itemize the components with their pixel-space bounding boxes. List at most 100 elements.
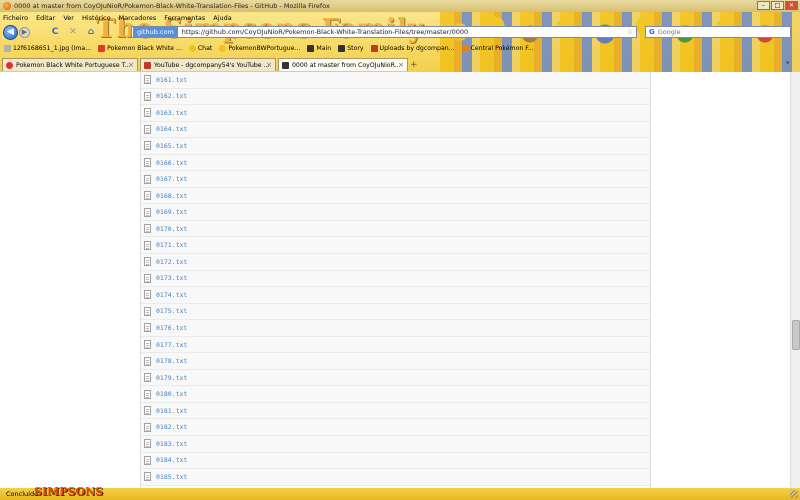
file-link[interactable]: 0164.txt: [156, 125, 187, 133]
menu-view[interactable]: Ver: [63, 14, 74, 22]
text-file-icon: [144, 373, 151, 383]
image-file-icon: [4, 44, 11, 52]
text-file-icon: [144, 455, 151, 465]
file-row: 0165.txt: [141, 138, 650, 155]
tab-pokemon-portuguese[interactable]: Pokemon Black White Portuguese T... ×: [2, 58, 138, 71]
text-file-icon: [144, 224, 151, 234]
file-row: 0174.txt: [141, 287, 650, 304]
bookmark-star-icon[interactable]: ☆: [627, 28, 633, 36]
file-link[interactable]: 0161.txt: [156, 76, 187, 84]
address-bar[interactable]: github.com https://github.com/CoyOJuNioR…: [131, 26, 637, 38]
file-link[interactable]: 0170.txt: [156, 225, 187, 233]
forward-button[interactable]: ▶: [19, 27, 30, 38]
resize-grip[interactable]: [790, 490, 798, 498]
text-file-icon: [144, 306, 151, 316]
youtube-icon: [144, 61, 151, 69]
bookmark-item[interactable]: Chat: [188, 44, 212, 52]
file-link[interactable]: 0172.txt: [156, 258, 187, 266]
search-box[interactable]: G: [645, 26, 791, 38]
back-button[interactable]: ◀: [3, 25, 18, 40]
stop-button[interactable]: ✕: [68, 27, 78, 37]
bookmark-item[interactable]: 12f6168651_1.jpg (Ima...: [4, 44, 91, 52]
file-link[interactable]: 0182.txt: [156, 423, 187, 431]
github-icon: [338, 44, 346, 52]
file-row: 0176.txt: [141, 320, 650, 337]
file-link[interactable]: 0165.txt: [156, 142, 187, 150]
file-link[interactable]: 0163.txt: [156, 109, 187, 117]
close-tab-icon[interactable]: ×: [398, 61, 404, 69]
text-file-icon: [144, 108, 151, 118]
file-row: 0177.txt: [141, 336, 650, 354]
file-link[interactable]: 0168.txt: [156, 192, 187, 200]
maximize-button[interactable]: □: [771, 1, 784, 10]
text-file-icon: [144, 257, 151, 267]
close-tab-icon[interactable]: ×: [128, 61, 134, 69]
tab-youtube[interactable]: YouTube - dgcompany54's YouTube ... ×: [140, 58, 276, 71]
file-row: 0167.txt: [141, 171, 650, 188]
bookmark-item[interactable]: Uploads by dgcompan...: [370, 44, 455, 52]
file-row: 0164.txt: [141, 121, 650, 139]
text-file-icon: [144, 406, 151, 416]
file-link[interactable]: 0173.txt: [156, 274, 187, 282]
file-link[interactable]: 0184.txt: [156, 456, 187, 464]
file-link[interactable]: 0181.txt: [156, 407, 187, 415]
menu-edit[interactable]: Editar: [36, 14, 55, 22]
home-button[interactable]: ⌂: [86, 27, 96, 37]
file-row: 0170.txt: [141, 220, 650, 238]
bookmark-item[interactable]: Main: [307, 44, 331, 52]
search-input[interactable]: [657, 28, 768, 36]
file-row: 0173.txt: [141, 270, 650, 288]
tab-list-chevron-icon[interactable]: ▾: [786, 59, 790, 67]
google-icon: G: [649, 28, 655, 36]
file-link[interactable]: 0179.txt: [156, 374, 187, 382]
file-link[interactable]: 0174.txt: [156, 291, 187, 299]
file-row: 0180.txt: [141, 386, 650, 403]
tab-strip: Pokemon Black White Portuguese T... × Yo…: [0, 58, 800, 71]
file-link[interactable]: 0176.txt: [156, 324, 187, 332]
file-row: 0169.txt: [141, 204, 650, 221]
file-link[interactable]: 0177.txt: [156, 341, 187, 349]
close-tab-icon[interactable]: ×: [266, 61, 272, 69]
tab-github-active[interactable]: 0000 at master from CoyOJuNioR... ×: [278, 58, 408, 71]
menu-tools[interactable]: Ferramentas: [164, 14, 205, 22]
menu-file[interactable]: Ficheiro: [3, 14, 28, 22]
smiley-icon: [219, 44, 227, 52]
file-link[interactable]: 0166.txt: [156, 159, 187, 167]
site-identity-button[interactable]: github.com: [133, 27, 178, 37]
new-tab-button[interactable]: +: [410, 60, 418, 70]
menu-help[interactable]: Ajuda: [213, 14, 231, 22]
text-file-icon: [144, 472, 151, 482]
text-file-icon: [144, 91, 151, 101]
minimize-button[interactable]: –: [757, 1, 770, 10]
window-titlebar: 0000 at master from CoyOJuNioR/Pokemon-B…: [0, 0, 800, 12]
smiley-icon: [188, 44, 196, 52]
scrollbar-thumb[interactable]: [792, 320, 800, 350]
menu-bar: Ficheiro Editar Ver Histórico Marcadores…: [0, 12, 232, 23]
url-text: https://github.com/CoyOJuNioR/Pokemon-Bl…: [181, 28, 469, 36]
file-link[interactable]: 0185.txt: [156, 473, 187, 481]
close-window-button[interactable]: ✕: [785, 1, 798, 10]
bookmark-item[interactable]: Story: [338, 44, 364, 52]
file-link[interactable]: 0175.txt: [156, 307, 187, 315]
bookmark-item[interactable]: Pokemon Black White ...: [98, 44, 182, 52]
bookmark-item[interactable]: Central Pokémon F...: [461, 44, 534, 52]
file-link[interactable]: 0171.txt: [156, 241, 187, 249]
file-link[interactable]: 0167.txt: [156, 175, 187, 183]
menu-bookmarks[interactable]: Marcadores: [119, 14, 157, 22]
file-link[interactable]: 0169.txt: [156, 208, 187, 216]
file-link[interactable]: 0178.txt: [156, 357, 187, 365]
file-link[interactable]: 0183.txt: [156, 440, 187, 448]
file-link[interactable]: 0162.txt: [156, 92, 187, 100]
file-row: 0166.txt: [141, 154, 650, 172]
file-row: 0182.txt: [141, 419, 650, 437]
file-row: 0183.txt: [141, 436, 650, 453]
text-file-icon: [144, 290, 151, 300]
bookmark-item[interactable]: PokemonBWPortugue...: [219, 44, 300, 52]
file-row: 0172.txt: [141, 254, 650, 271]
menu-history[interactable]: Histórico: [82, 14, 111, 22]
vertical-scrollbar[interactable]: [790, 72, 800, 488]
reload-button[interactable]: C: [50, 27, 60, 37]
file-row: 0184.txt: [141, 452, 650, 470]
file-link[interactable]: 0180.txt: [156, 390, 187, 398]
text-file-icon: [144, 340, 151, 350]
